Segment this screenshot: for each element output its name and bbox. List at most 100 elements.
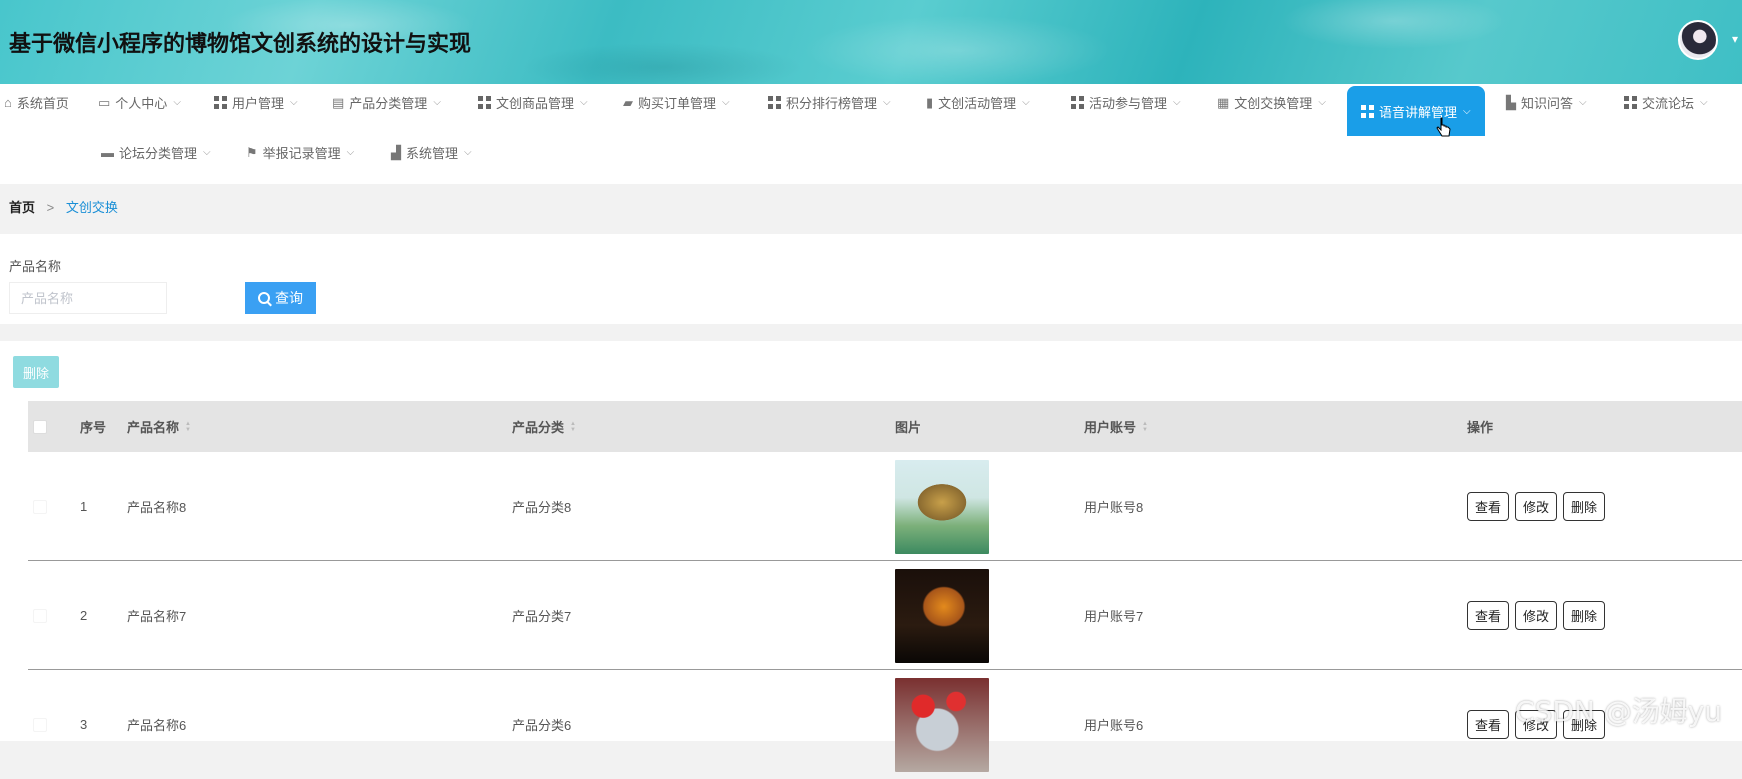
chevron-down-icon: ⌵ [1318,96,1326,108]
card-icon: ▭ [98,94,111,110]
briefcase-icon: ▰ [623,94,633,110]
breadcrumb-current: 文创交换 [65,200,118,215]
watermark: CSDN @汤姆yu [1515,695,1723,728]
cell-user-account: 用户账号8 [1084,500,1144,515]
row-checkbox[interactable] [33,499,47,514]
column-header-label: 用户账号 [1084,420,1137,435]
delete-button[interactable]: 删除 [1563,492,1606,521]
nav-item-personal-center[interactable]: ▭ 个人中心 ⌵ [98,87,181,117]
nav-item-reports[interactable]: ⚑ 举报记录管理 ⌵ [246,137,354,167]
home-icon: ⌂ [4,94,12,110]
nav-item-user-management[interactable]: 用户管理 ⌵ [214,87,298,117]
row-checkbox[interactable] [33,717,47,732]
select-all-cell [33,401,47,452]
nav-item-qa[interactable]: ▙ 知识问答 ⌵ [1506,87,1587,117]
grid-icon [1361,104,1374,118]
product-image[interactable] [895,568,989,663]
flag-icon: ⚑ [246,144,258,160]
table-header: 序号 产品名称 ▲ ▼ 产品分类 ▲ ▼ 图片 用户账号 ▲ ▼ 操作 [28,401,1742,452]
chevron-down-icon: ⌵ [883,96,891,108]
column-header-name[interactable]: 产品名称 ▲ ▼ [127,401,191,452]
nav-item-label: 活动参与管理 [1089,95,1168,111]
settings-icon: ▟ [391,144,401,160]
clipboard-icon: ▮ [926,94,934,110]
column-header-category[interactable]: 产品分类 ▲ ▼ [512,401,576,452]
product-image[interactable] [895,677,989,772]
nav-item-label: 文创活动管理 [938,95,1017,111]
breadcrumb: 首页 > 文创交换 [9,197,118,216]
row-actions: 查看 修改 删除 [1467,561,1611,670]
chevron-down-icon[interactable]: ▾ [1732,32,1738,46]
nav-item-audio-guide[interactable]: 语音讲解管理 ⌵ [1347,86,1485,136]
chevron-down-icon: ⌵ [173,96,181,108]
chart-icon: ▙ [1506,94,1516,110]
nav-item-system[interactable]: ▟ 系统管理 ⌵ [391,137,472,167]
grid-icon [478,95,491,109]
cell-product-name: 产品名称6 [127,718,187,733]
chevron-down-icon: ⌵ [580,96,588,108]
nav-item-forum[interactable]: 交流论坛 ⌵ [1624,87,1708,117]
edit-button[interactable]: 修改 [1515,601,1558,630]
search-button-label: 查询 [275,290,303,306]
nav-item-home[interactable]: ⌂ 系统首页 [4,87,69,117]
column-header-label: 产品分类 [512,420,565,435]
select-all-checkbox[interactable] [33,419,47,434]
nav-item-label: 文创商品管理 [496,95,575,111]
chevron-down-icon: ⌵ [1173,96,1181,108]
grid-icon [1624,95,1637,109]
nav-item-label: 购买订单管理 [638,95,717,111]
nav-item-label: 知识问答 [1521,95,1574,111]
view-button[interactable]: 查看 [1467,710,1510,739]
nav-item-product-category[interactable]: ▤ 产品分类管理 ⌵ [332,87,441,117]
nav-item-activities[interactable]: ▮ 文创活动管理 ⌵ [926,87,1030,117]
batch-delete-button[interactable]: 删除 [13,356,59,388]
cell-user-account: 用户账号7 [1084,609,1144,624]
cell-index: 3 [80,717,88,732]
nav-item-label: 用户管理 [232,95,285,111]
chevron-down-icon: ⌵ [1022,96,1030,108]
nav-item-forum-category[interactable]: ▬ 论坛分类管理 ⌵ [101,137,211,167]
nav-item-points-ranking[interactable]: 积分排行榜管理 ⌵ [768,87,891,117]
search-label: 产品名称 [9,259,62,274]
view-button[interactable]: 查看 [1467,492,1510,521]
nav-item-exchange[interactable]: ▦ 文创交换管理 ⌵ [1217,87,1326,117]
delete-button[interactable]: 删除 [1563,601,1606,630]
sort-icon[interactable]: ▲ ▼ [1142,421,1148,433]
app-header: 基于微信小程序的博物馆文创系统的设计与实现 ▾ [0,0,1742,84]
search-input[interactable] [9,282,167,314]
nav-item-label: 积分排行榜管理 [786,95,878,111]
sort-icon[interactable]: ▲ ▼ [185,421,191,433]
table-row: 3 产品名称6 产品分类6 用户账号6 查看 修改 删除 [28,670,1742,779]
sort-icon[interactable]: ▲ ▼ [570,421,576,433]
breadcrumb-home[interactable]: 首页 [9,200,35,215]
table-row: 1 产品名称8 产品分类8 用户账号8 查看 修改 删除 [28,452,1742,561]
column-header-actions: 操作 [1467,420,1494,435]
chevron-down-icon: ⌵ [1579,96,1587,108]
table-row: 2 产品名称7 产品分类7 用户账号7 查看 修改 删除 [28,561,1742,670]
nav-item-products[interactable]: 文创商品管理 ⌵ [478,87,588,117]
view-button[interactable]: 查看 [1467,601,1510,630]
edit-button[interactable]: 修改 [1515,492,1558,521]
product-image[interactable] [895,459,989,554]
nav-item-label: 系统首页 [16,95,69,111]
column-header-account[interactable]: 用户账号 ▲ ▼ [1084,401,1148,452]
cell-user-account: 用户账号6 [1084,718,1144,733]
nav-item-label: 举报记录管理 [262,145,341,161]
cell-product-category: 产品分类7 [512,609,572,624]
user-avatar[interactable] [1678,20,1718,60]
row-checkbox[interactable] [33,608,47,623]
chat-icon: ▤ [332,94,345,110]
nav-item-label: 产品分类管理 [349,95,428,111]
cell-index: 1 [80,499,88,514]
column-header-image: 图片 [895,420,922,435]
row-actions: 查看 修改 删除 [1467,452,1611,561]
nav-item-orders[interactable]: ▰ 购买订单管理 ⌵ [623,87,730,117]
column-header-label: 产品名称 [127,420,180,435]
chevron-down-icon: ⌵ [1700,96,1708,108]
search-panel: 产品名称 查询 [0,234,1742,324]
chevron-down-icon: ⌵ [433,96,441,108]
chevron-down-icon: ⌵ [290,96,298,108]
nav-item-activity-participation[interactable]: 活动参与管理 ⌵ [1071,87,1181,117]
grid-icon [768,95,781,109]
search-button[interactable]: 查询 [245,282,316,314]
